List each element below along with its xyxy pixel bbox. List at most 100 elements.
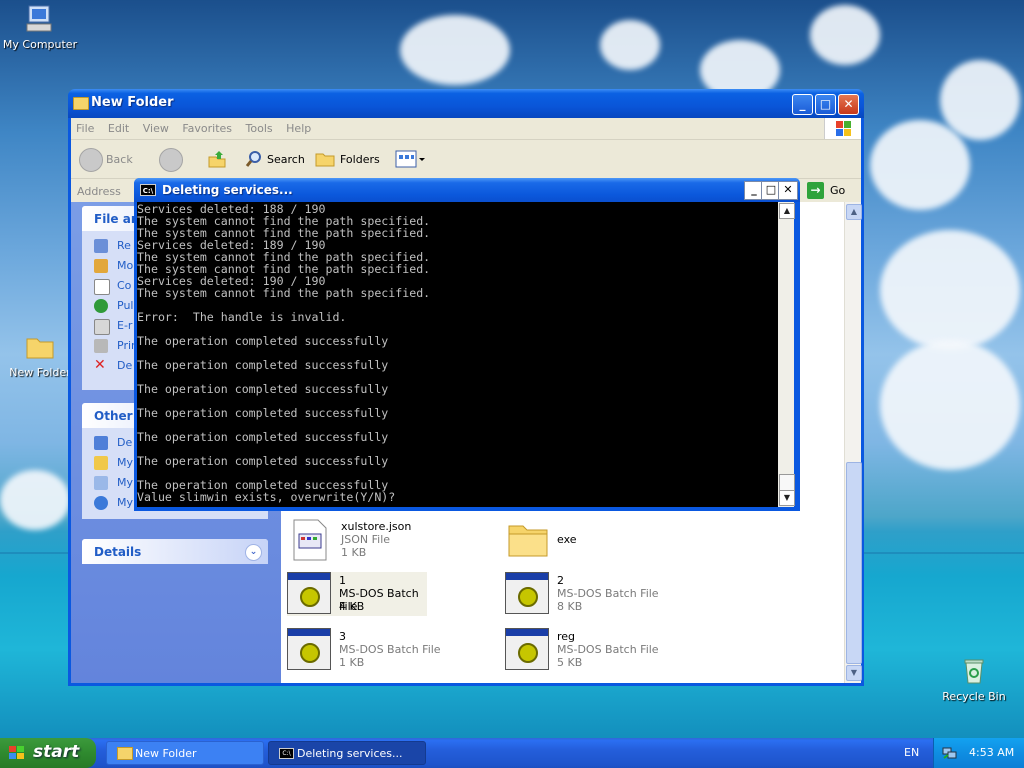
desktop-icon [94, 436, 108, 450]
folder-icon [505, 518, 551, 562]
menu-bar: File Edit View Favorites Tools Help [71, 118, 861, 140]
panel-header[interactable]: Details ⌄ [82, 539, 268, 564]
taskbar-item-label: Deleting services... [297, 747, 403, 760]
menu-tools[interactable]: Tools [241, 118, 278, 135]
minimize-button[interactable]: _ [792, 94, 813, 115]
copy-icon [94, 279, 110, 295]
taskbar-item-new-folder[interactable]: New Folder [106, 741, 264, 765]
file-item-reg[interactable]: reg MS-DOS Batch File 5 KB [505, 628, 705, 672]
scroll-up-arrow-icon[interactable]: ▲ [846, 204, 862, 220]
file-item-2[interactable]: 2 MS-DOS Batch File 8 KB [505, 572, 705, 616]
chevron-down-icon[interactable]: ⌄ [245, 544, 262, 561]
recycle-bin-icon [958, 655, 990, 687]
folders-button[interactable]: Folders [340, 153, 380, 166]
clock: 4:53 AM [969, 746, 1015, 759]
network-tray-icon[interactable] [942, 746, 958, 760]
search-icon [245, 150, 263, 168]
file-item-xulstore[interactable]: xulstore.json JSON File 1 KB [289, 518, 489, 562]
details-panel: Details ⌄ [82, 539, 268, 564]
scroll-thumb[interactable] [846, 462, 862, 664]
scroll-down-arrow-icon[interactable]: ▼ [846, 665, 862, 681]
file-item-1[interactable]: 1 MS-DOS Batch File 4 KB [287, 572, 427, 616]
file-name: xulstore.json [341, 520, 412, 533]
maximize-button[interactable]: □ [815, 94, 836, 115]
start-button[interactable]: start [0, 738, 96, 768]
file-name: reg [557, 630, 576, 643]
file-type: MS-DOS Batch File [557, 587, 659, 600]
file-name: 1 [339, 574, 346, 587]
close-button[interactable]: ✕ [778, 181, 798, 200]
folder-icon [117, 747, 133, 760]
menu-file[interactable]: File [71, 118, 99, 135]
address-label: Address [77, 185, 121, 198]
console-scrollbar[interactable]: ▲ ▼ [778, 202, 795, 507]
search-button[interactable]: Search [267, 153, 305, 166]
delete-x-icon: ✕ [94, 357, 106, 373]
desktop-icon-my-computer[interactable]: My Computer [0, 3, 80, 51]
desktop-icon-recycle-bin[interactable]: Recycle Bin [934, 655, 1014, 703]
folders-icon [315, 150, 335, 168]
network-icon [94, 496, 108, 510]
menu-favorites[interactable]: Favorites [177, 118, 237, 135]
menu-edit[interactable]: Edit [103, 118, 134, 135]
file-item-3[interactable]: 3 MS-DOS Batch File 1 KB [287, 628, 487, 672]
toolbar: Back Search Folders [71, 140, 861, 179]
file-size: 5 KB [557, 656, 583, 669]
details-label: Details [94, 545, 142, 559]
batch-file-icon [505, 628, 551, 672]
printer-icon [94, 339, 108, 353]
place-item-label: De [117, 436, 133, 449]
file-item-exe[interactable]: exe [505, 518, 705, 562]
move-icon [94, 259, 108, 273]
scroll-up-arrow-icon[interactable]: ▲ [779, 203, 795, 219]
desktop-icon-label: My Computer [2, 38, 78, 51]
computer-icon [24, 3, 56, 35]
cmd-window[interactable]: C:\ Deleting services... _ □ ✕ Services … [134, 178, 800, 511]
close-button[interactable]: ✕ [838, 94, 859, 115]
desktop-icon-label: Recycle Bin [942, 690, 1006, 703]
start-label: start [33, 742, 80, 762]
menu-view[interactable]: View [138, 118, 174, 135]
taskbar-item-label: New Folder [135, 747, 197, 760]
file-list-scrollbar[interactable]: ▲ ▼ [844, 202, 862, 683]
back-arrow-icon[interactable] [79, 148, 103, 172]
file-name: exe [557, 533, 577, 546]
file-name: 2 [557, 574, 564, 587]
go-button[interactable]: → Go [807, 182, 853, 200]
file-type: MS-DOS Batch File [339, 643, 441, 656]
views-icon[interactable] [395, 150, 425, 168]
file-type: MS-DOS Batch File [557, 643, 659, 656]
console-output[interactable]: Services deleted: 188 / 190 The system c… [137, 202, 778, 507]
batch-file-icon [287, 572, 333, 616]
go-label: Go [830, 184, 846, 197]
taskbar-item-deleting-services[interactable]: C:\ Deleting services... [268, 741, 426, 765]
console-icon: C:\ [279, 748, 294, 759]
menu-help[interactable]: Help [281, 118, 316, 135]
task-item-label: Mo [117, 259, 134, 272]
window-title: New Folder [91, 95, 174, 110]
task-item-label: E-r [117, 319, 133, 332]
my-computer-icon [94, 476, 108, 490]
task-item-label: Pul [117, 299, 134, 312]
explorer-titlebar[interactable]: New Folder _ □ ✕ [68, 89, 864, 118]
task-item-label: Co [117, 279, 132, 292]
windows-flag-icon [8, 745, 26, 761]
forward-arrow-icon[interactable] [159, 148, 183, 172]
file-size: 8 KB [557, 600, 583, 613]
cmd-titlebar[interactable]: C:\ Deleting services... _ □ ✕ [134, 178, 800, 202]
batch-file-icon [505, 572, 551, 616]
up-folder-icon[interactable] [207, 149, 227, 169]
folder-icon [73, 97, 89, 110]
file-type: JSON File [341, 533, 391, 546]
windows-logo-icon [824, 118, 861, 139]
scroll-down-arrow-icon[interactable]: ▼ [779, 490, 795, 506]
task-item-label: De [117, 359, 133, 372]
batch-file-icon [287, 628, 333, 672]
desktop-icon-label: New Folder [9, 366, 71, 379]
language-indicator[interactable]: EN [904, 746, 919, 759]
file-size: 1 KB [341, 546, 367, 559]
cmd-window-title: Deleting services... [162, 183, 293, 197]
go-arrow-icon: → [807, 182, 824, 199]
back-button[interactable]: Back [106, 153, 133, 166]
my-documents-icon [94, 456, 108, 470]
